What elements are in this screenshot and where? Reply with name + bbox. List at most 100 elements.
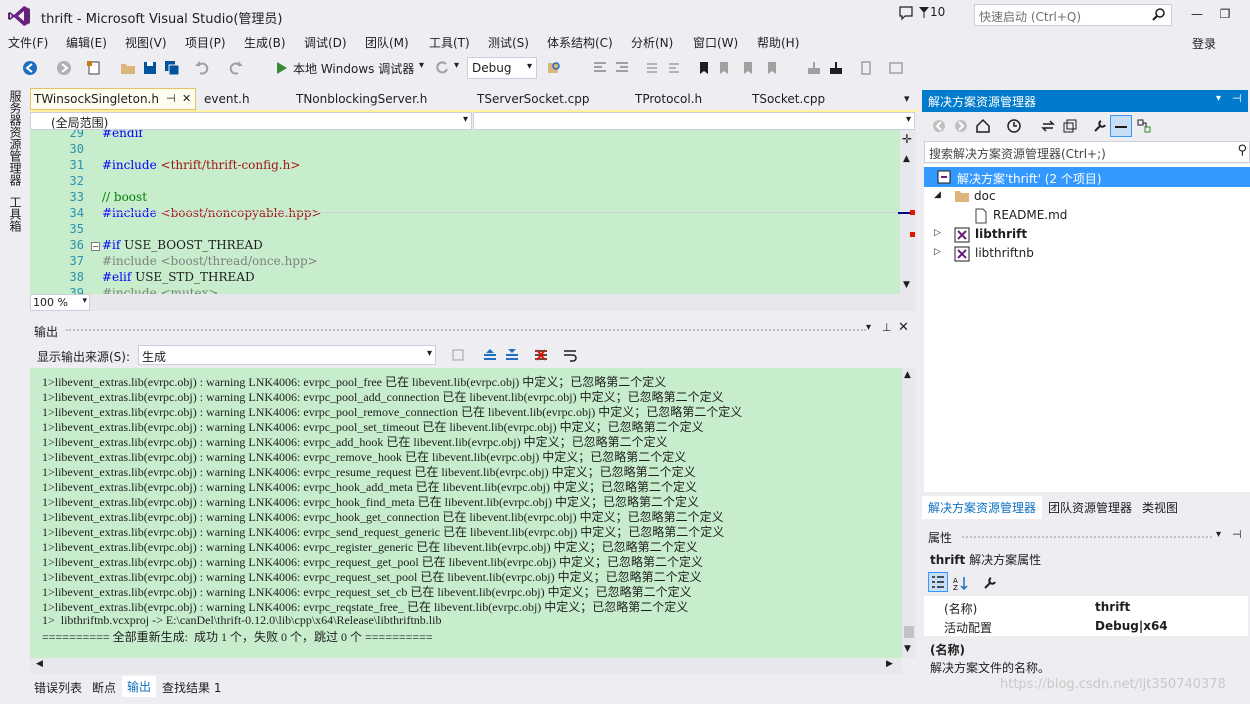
- code-line[interactable]: #include <boost/thread/once.hpp>: [102, 254, 318, 268]
- clear-bookmarks-icon[interactable]: [764, 60, 780, 76]
- debugger-dropdown-icon[interactable]: ▾: [419, 60, 424, 71]
- menu-team[interactable]: 团队(M): [365, 34, 409, 51]
- prev-bookmark-icon[interactable]: [716, 60, 732, 76]
- start-debug-icon[interactable]: [274, 60, 290, 76]
- menu-edit[interactable]: 编辑(E): [66, 34, 107, 51]
- redo-icon[interactable]: [228, 60, 244, 76]
- output-vertical-scrollbar[interactable]: ▲ ▼: [902, 368, 916, 658]
- next-bookmark-icon[interactable]: [740, 60, 756, 76]
- dropdown-icon[interactable]: ▾: [866, 322, 871, 333]
- editor-horizontal-scrollbar[interactable]: [90, 294, 916, 311]
- preview-selected-button[interactable]: [1110, 115, 1132, 137]
- refresh-dropdown-icon[interactable]: ▾: [454, 60, 459, 71]
- menu-file[interactable]: 文件(F): [8, 34, 48, 51]
- tab-breakpoints[interactable]: 断点: [92, 679, 116, 696]
- member-select[interactable]: ▾: [473, 112, 915, 130]
- align-left-icon[interactable]: [592, 60, 608, 76]
- back-icon[interactable]: [931, 118, 947, 134]
- menu-window[interactable]: 窗口(W): [693, 34, 738, 51]
- code-line[interactable]: #endif: [102, 130, 143, 140]
- restore-button[interactable]: ❐: [1214, 4, 1236, 24]
- sync-icon[interactable]: [1040, 118, 1056, 134]
- next-message-icon[interactable]: [504, 347, 520, 363]
- scroll-up-icon[interactable]: ▲: [904, 370, 911, 380]
- scroll-thumb[interactable]: [904, 626, 914, 638]
- menu-architecture[interactable]: 体系结构(C): [547, 34, 613, 51]
- editor-vertical-scrollbar[interactable]: ✛ ▲ ▼: [898, 130, 916, 294]
- uncomment-icon[interactable]: [666, 60, 682, 76]
- align-right-icon[interactable]: [614, 60, 630, 76]
- bookmark-icon[interactable]: [696, 60, 712, 76]
- pin-icon[interactable]: ⊥: [882, 321, 892, 334]
- download-icon[interactable]: [828, 60, 844, 76]
- code-line[interactable]: // boost: [102, 190, 147, 204]
- back-icon[interactable]: [22, 60, 38, 76]
- code-line[interactable]: #include <mutex>: [102, 286, 218, 294]
- code-line[interactable]: #if USE_BOOST_THREAD: [102, 238, 263, 252]
- output-pane[interactable]: 1>libevent_extras.lib(evrpc.obj) : warni…: [30, 368, 902, 658]
- collapse-all-icon[interactable]: [1062, 118, 1078, 134]
- pin-icon[interactable]: ⊣: [1232, 528, 1242, 541]
- prev-message-icon[interactable]: [482, 347, 498, 363]
- properties-object[interactable]: thrift 解决方案属性: [930, 551, 1041, 568]
- home-icon[interactable]: [975, 118, 991, 134]
- pin-icon[interactable]: ⊣: [1232, 92, 1242, 105]
- open-folder-icon[interactable]: [120, 60, 136, 76]
- new-project-icon[interactable]: [86, 60, 102, 76]
- dropdown-icon[interactable]: ▾: [1216, 529, 1221, 540]
- tab-find-results[interactable]: 查找结果 1: [162, 679, 221, 696]
- menu-tools[interactable]: 工具(T): [429, 34, 470, 51]
- tab-solution-explorer[interactable]: 解决方案资源管理器: [922, 496, 1043, 519]
- collapsed-arrow-icon[interactable]: ▷: [934, 228, 941, 238]
- collapse-region-icon[interactable]: −: [91, 242, 100, 251]
- pin-icon[interactable]: ⊣: [166, 92, 176, 105]
- menu-project[interactable]: 项目(P): [185, 34, 226, 51]
- menu-debug[interactable]: 调试(D): [304, 34, 347, 51]
- forward-icon[interactable]: [953, 118, 969, 134]
- expanded-arrow-icon[interactable]: ◢: [934, 190, 941, 200]
- save-all-icon[interactable]: [164, 60, 180, 76]
- scope-select[interactable]: (全局范围) ▾: [30, 112, 472, 130]
- class-diagram-icon[interactable]: [1136, 118, 1152, 134]
- comment-icon[interactable]: [644, 60, 660, 76]
- configuration-select[interactable]: Debug ▾: [467, 57, 537, 79]
- quick-launch-input[interactable]: 快速启动 (Ctrl+Q): [974, 4, 1172, 26]
- tab-tnonblockingserver[interactable]: TNonblockingServer.h: [296, 92, 427, 106]
- scroll-down-icon[interactable]: ▼: [903, 280, 910, 290]
- debugger-label[interactable]: 本地 Windows 调试器: [293, 60, 414, 77]
- code-line[interactable]: #include <boost/noncopyable.hpp>: [102, 206, 322, 220]
- scroll-up-icon[interactable]: ▲: [903, 154, 910, 164]
- collapsed-arrow-icon[interactable]: ▷: [934, 247, 941, 257]
- tab-overflow-icon[interactable]: ▾: [904, 92, 910, 105]
- code-line[interactable]: #include <thrift/thrift-config.h>: [102, 158, 300, 172]
- tab-tprotocol[interactable]: TProtocol.h: [635, 92, 702, 106]
- menu-build[interactable]: 生成(B): [244, 34, 286, 51]
- scroll-right-icon[interactable]: ▶: [886, 659, 893, 669]
- flag-icon[interactable]: [918, 4, 930, 20]
- alphabetical-sort-icon[interactable]: AZ: [953, 575, 969, 591]
- tab-team-explorer[interactable]: 团队资源管理器: [1048, 499, 1132, 516]
- tab-event-h[interactable]: event.h: [204, 92, 250, 106]
- refresh-icon[interactable]: [434, 60, 450, 76]
- toolbox-tab[interactable]: 工具箱: [7, 196, 24, 232]
- tab-tserversocket[interactable]: TServerSocket.cpp: [477, 92, 590, 106]
- scroll-down-icon[interactable]: ▼: [904, 644, 911, 654]
- menu-help[interactable]: 帮助(H): [757, 34, 799, 51]
- tree-node-solution[interactable]: 解决方案'thrift' (2 个项目): [924, 167, 1250, 187]
- code-editor[interactable]: 29 30 31 32 33 34 35 36 37 38 39 #endif #include <th…: [30, 130, 900, 294]
- scroll-left-icon[interactable]: ◀: [36, 659, 43, 669]
- forward-icon[interactable]: [56, 60, 72, 76]
- property-row[interactable]: (名称) thrift: [924, 596, 1248, 616]
- tab-error-list[interactable]: 错误列表: [34, 679, 82, 696]
- close-icon[interactable]: ✕: [182, 92, 191, 105]
- tab-twinsocksingleton[interactable]: TWinsockSingleton.h ⊣ ✕: [30, 88, 196, 110]
- word-wrap-icon[interactable]: [562, 347, 578, 363]
- zoom-select[interactable]: 100 % ▾: [30, 294, 90, 311]
- categorized-button[interactable]: [928, 572, 948, 592]
- tab-class-view[interactable]: 类视图: [1142, 499, 1178, 516]
- menu-test[interactable]: 测试(S): [488, 34, 529, 51]
- attach-icon[interactable]: [858, 60, 874, 76]
- clear-all-icon[interactable]: [533, 347, 549, 363]
- find-message-icon[interactable]: [450, 347, 466, 363]
- save-icon[interactable]: [142, 60, 158, 76]
